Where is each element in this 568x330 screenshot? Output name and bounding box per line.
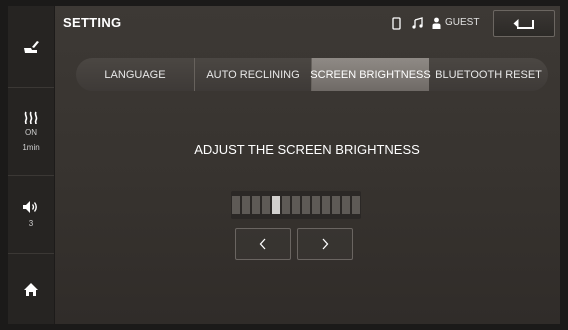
brightness-heading: ADJUST THE SCREEN BRIGHTNESS [194, 142, 420, 157]
brightness-segment [242, 196, 250, 214]
phone-icon[interactable] [392, 17, 401, 30]
brightness-segment [352, 196, 360, 214]
settings-screen: ON 1min 3 SETTING GUEST LANGUAGE AUTO RE… [8, 6, 560, 324]
brightness-segment [272, 196, 280, 214]
heat-timer: 1min [22, 142, 40, 152]
brightness-segment [232, 196, 240, 214]
brightness-segment [302, 196, 310, 214]
heat-waves-icon [24, 111, 38, 124]
brightness-segment [282, 196, 290, 214]
chevron-left-icon [259, 238, 266, 250]
volume-level: 3 [28, 219, 34, 228]
tab-screen-brightness[interactable]: SCREEN BRIGHTNESS [310, 58, 431, 91]
brightness-segment [332, 196, 340, 214]
settings-tabs: LANGUAGE AUTO RECLINING SCREEN BRIGHTNES… [76, 58, 548, 91]
decrease-brightness-button[interactable] [235, 228, 291, 260]
volume-button[interactable]: 3 [8, 176, 54, 254]
music-icon[interactable] [412, 17, 423, 29]
home-icon [24, 282, 38, 296]
brightness-meter [231, 191, 361, 219]
brightness-segment [292, 196, 300, 214]
increase-brightness-button[interactable] [297, 228, 353, 260]
tab-bluetooth-reset[interactable]: BLUETOOTH RESET [429, 58, 548, 91]
brightness-segment [342, 196, 350, 214]
back-button[interactable] [493, 10, 555, 37]
brightness-segment [252, 196, 260, 214]
seat-icon [24, 40, 39, 53]
brightness-segment [322, 196, 330, 214]
user-label: GUEST [445, 17, 480, 28]
left-rail: ON 1min 3 [8, 6, 55, 324]
user-icon [432, 17, 441, 29]
seat-button[interactable] [8, 6, 54, 88]
chevron-right-icon [322, 238, 329, 250]
heat-button[interactable]: ON 1min [8, 88, 54, 176]
tab-language[interactable]: LANGUAGE [76, 58, 194, 91]
home-button[interactable] [8, 254, 54, 324]
page-title: SETTING [63, 15, 122, 30]
heat-status: ON [25, 127, 37, 137]
brightness-segment [262, 196, 270, 214]
brightness-segment [312, 196, 320, 214]
tab-auto-reclining[interactable]: AUTO RECLINING [194, 58, 311, 91]
back-arrow-icon [513, 18, 534, 29]
speaker-icon [23, 201, 37, 213]
